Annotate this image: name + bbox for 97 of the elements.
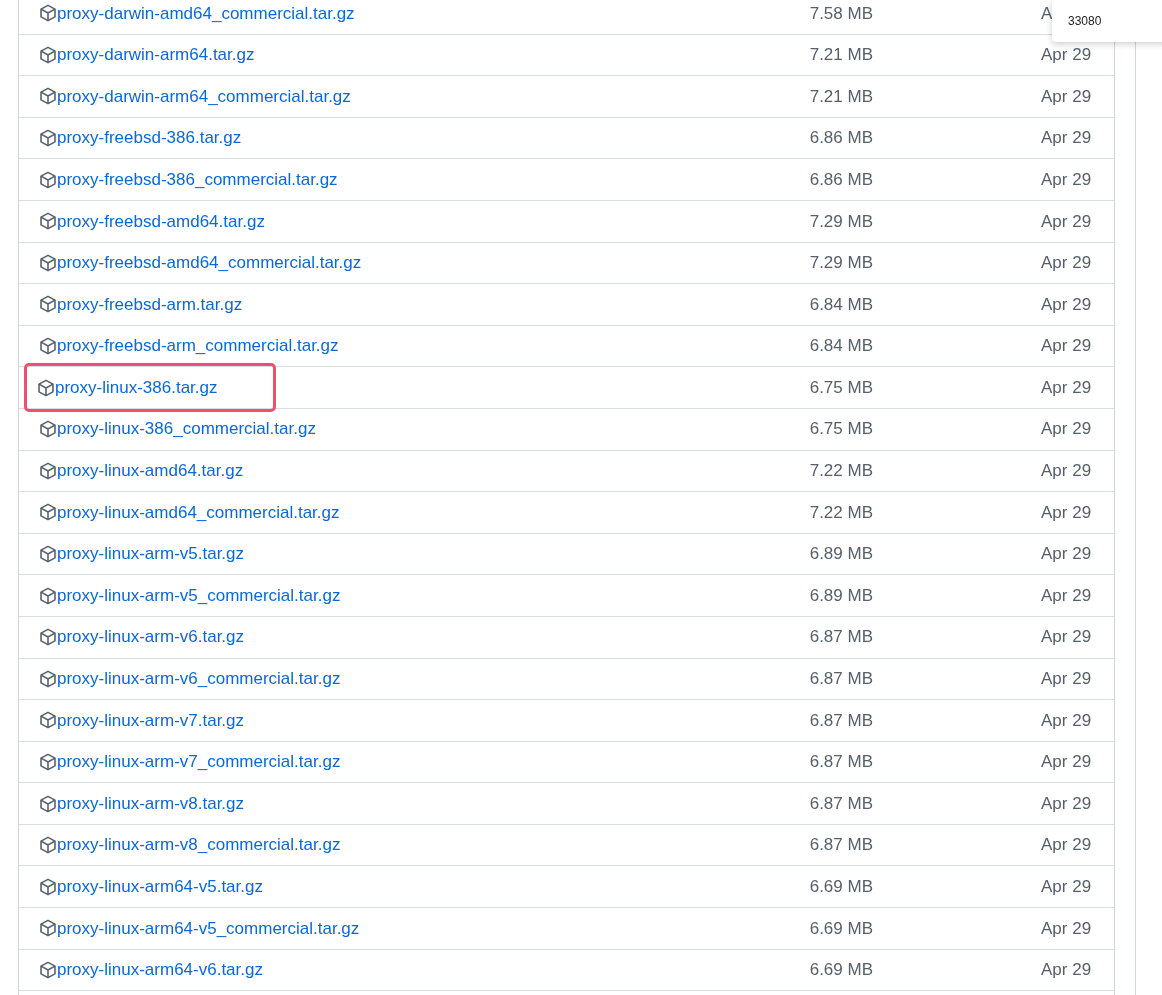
upload-date: A — [1041, 2, 1053, 25]
upload-date: Apr 29 — [1041, 959, 1092, 982]
file-size: 6.75 MB — [808, 418, 873, 441]
file-size: 7.29 MB — [808, 210, 873, 233]
file-size: 6.69 MB — [808, 959, 873, 982]
package-icon — [39, 337, 57, 356]
asset-link[interactable]: proxy-darwin-arm64.tar.gz — [28, 42, 266, 68]
asset-link[interactable]: proxy-linux-386.tar.gz — [27, 365, 273, 410]
upload-date: Apr 29 — [1041, 792, 1092, 815]
upload-date: Apr 29 — [1041, 501, 1092, 524]
upload-date: Apr 29 — [1041, 834, 1092, 857]
upload-date: Apr 29 — [1041, 626, 1092, 649]
asset-link[interactable]: proxy-linux-amd64_commercial.tar.gz — [28, 499, 351, 526]
file-size: 7.58 MB — [808, 2, 873, 25]
file-size: 6.86 MB — [808, 168, 873, 191]
package-icon — [39, 45, 57, 64]
package-icon — [39, 919, 57, 938]
package-icon — [39, 87, 57, 106]
package-icon — [39, 586, 57, 605]
file-size: 6.86 MB — [808, 127, 873, 150]
package-icon — [39, 669, 57, 688]
package-icon — [39, 960, 57, 979]
upload-date: Apr 29 — [1041, 418, 1092, 441]
asset-link[interactable]: proxy-linux-arm-v6_commercial.tar.gz — [28, 666, 352, 692]
asset-link[interactable]: proxy-linux-arm64-v5_commercial.tar.gz — [28, 915, 371, 942]
upload-date: Apr 29 — [1041, 584, 1092, 607]
file-size: 6.89 MB — [808, 543, 873, 566]
asset-link[interactable]: proxy-linux-arm-v8_commercial.tar.gz — [28, 832, 352, 858]
asset-link[interactable]: proxy-freebsd-386_commercial.tar.gz — [28, 166, 349, 193]
upload-date: Apr 29 — [1041, 376, 1092, 399]
file-size: 6.87 MB — [808, 709, 873, 732]
package-icon — [39, 212, 57, 231]
package-icon — [39, 877, 57, 896]
asset-link[interactable]: proxy-linux-arm-v8.tar.gz — [28, 790, 256, 817]
upload-date: Apr 29 — [1041, 85, 1092, 108]
upload-date: Apr 29 — [1041, 709, 1092, 732]
asset-link[interactable]: proxy-freebsd-arm_commercial.tar.gz — [28, 333, 350, 359]
asset-link[interactable]: proxy-freebsd-amd64.tar.gz — [28, 208, 276, 234]
upload-date: Apr 29 — [1041, 127, 1092, 150]
file-size: 7.22 MB — [808, 460, 873, 483]
asset-link[interactable]: proxy-linux-arm-v7_commercial.tar.gz — [28, 749, 352, 775]
asset-link[interactable]: proxy-linux-386_commercial.tar.gz — [28, 416, 327, 442]
package-icon — [39, 711, 57, 730]
file-size: 6.69 MB — [808, 876, 873, 898]
upload-date: Apr 29 — [1041, 543, 1092, 566]
asset-link[interactable]: proxy-freebsd-arm.tar.gz — [28, 291, 254, 318]
upload-date: Apr 29 — [1041, 335, 1092, 358]
file-size: 7.21 MB — [808, 44, 873, 67]
package-icon — [39, 794, 57, 813]
asset-link[interactable]: proxy-darwin-amd64_commercial.tar.gz — [28, 0, 366, 27]
package-icon — [39, 170, 57, 189]
file-size: 6.84 MB — [808, 293, 873, 316]
package-icon — [39, 253, 57, 272]
file-size: 6.87 MB — [808, 834, 873, 857]
file-size: 6.89 MB — [808, 584, 873, 607]
file-size: 6.84 MB — [808, 335, 873, 358]
asset-link[interactable]: proxy-linux-arm64-v5.tar.gz — [28, 874, 274, 900]
package-icon — [39, 753, 57, 771]
file-size: 7.21 MB — [808, 85, 873, 108]
package-icon — [39, 4, 57, 23]
package-icon — [39, 545, 57, 563]
upload-date: Apr 29 — [1041, 168, 1092, 191]
package-icon — [39, 295, 57, 314]
asset-link[interactable]: proxy-linux-amd64.tar.gz — [28, 458, 255, 484]
upload-date: Apr 29 — [1041, 668, 1092, 691]
upload-date: Apr 29 — [1041, 460, 1092, 483]
upload-date: Apr 29 — [1041, 293, 1092, 316]
asset-link[interactable]: proxy-darwin-arm64_commercial.tar.gz — [28, 83, 362, 110]
file-size: 6.87 MB — [808, 668, 873, 691]
file-size: 6.87 MB — [808, 626, 873, 649]
package-icon — [39, 129, 57, 148]
asset-link[interactable]: proxy-linux-arm-v5_commercial.tar.gz — [28, 582, 352, 609]
package-icon — [39, 503, 57, 522]
upload-date: Apr 29 — [1041, 44, 1092, 67]
asset-link[interactable]: proxy-linux-arm-v5.tar.gz — [28, 541, 256, 567]
asset-link[interactable]: proxy-freebsd-386.tar.gz — [28, 125, 253, 151]
file-size: 6.75 MB — [808, 376, 873, 399]
file-size: 6.87 MB — [808, 792, 873, 815]
upload-date: Apr 29 — [1041, 917, 1092, 940]
upload-date: Apr 29 — [1041, 252, 1092, 275]
package-icon — [39, 836, 57, 855]
asset-link[interactable]: proxy-linux-arm-v7.tar.gz — [28, 707, 256, 734]
package-icon — [37, 378, 55, 397]
file-size: 7.29 MB — [808, 252, 873, 275]
file-size: 6.69 MB — [808, 917, 873, 940]
package-icon — [39, 461, 57, 480]
upload-date: Apr 29 — [1041, 751, 1092, 774]
file-size: 6.87 MB — [808, 751, 873, 774]
package-icon — [39, 420, 57, 439]
tooltip-popup: 33080 — [1052, 0, 1162, 42]
asset-link[interactable]: proxy-linux-arm-v6.tar.gz — [28, 624, 256, 650]
asset-link[interactable]: proxy-freebsd-amd64_commercial.tar.gz — [28, 250, 373, 276]
package-icon — [39, 628, 57, 647]
upload-date: Apr 29 — [1041, 876, 1092, 898]
asset-link[interactable]: proxy-linux-arm64-v6.tar.gz — [28, 957, 274, 983]
upload-date: Apr 29 — [1041, 210, 1092, 233]
file-size: 7.22 MB — [808, 501, 873, 524]
